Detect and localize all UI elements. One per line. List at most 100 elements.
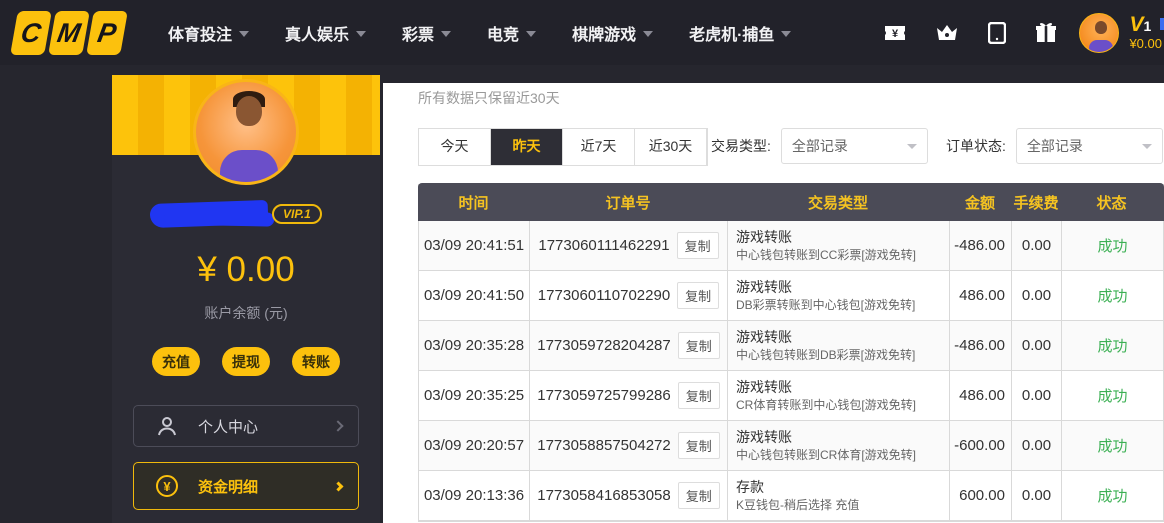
filter-label: 订单状态: <box>946 136 1006 156</box>
nav-item-label: 老虎机·捕鱼 <box>689 21 774 45</box>
transaction-type: 游戏转账 <box>736 228 792 247</box>
wallet-actions: 充值 提现 转账 <box>112 347 380 376</box>
logo-letter: P <box>86 11 128 55</box>
cell-type: 游戏转账 中心钱包转账到CC彩票[游戏免转] <box>728 221 950 270</box>
logo-letter: M <box>48 11 90 55</box>
transaction-type: 游戏转账 <box>736 278 792 297</box>
order-number: 1773058416853058 <box>537 487 670 504</box>
username-row: VIP.1 <box>112 200 380 230</box>
nav-item-label: 电竞 <box>487 21 519 45</box>
date-range-tab[interactable]: 近30天 <box>635 129 707 165</box>
copy-button[interactable]: 复制 <box>677 282 719 309</box>
copy-button[interactable]: 复制 <box>678 382 720 409</box>
column-header-status: 状态 <box>1061 183 1162 221</box>
column-header-type: 交易类型 <box>727 183 949 221</box>
copy-button[interactable]: 复制 <box>678 482 720 509</box>
date-range-tab[interactable]: 今天 <box>419 129 491 165</box>
sidebar-item-personal-center[interactable]: 个人中心 <box>133 405 359 447</box>
column-header-fee: 手续费 <box>1011 183 1061 221</box>
cmp-logo[interactable]: C M P <box>10 11 128 55</box>
wallet-action-button[interactable]: 提现 <box>222 347 270 376</box>
device-icon[interactable] <box>988 22 1006 44</box>
transaction-type-select[interactable]: 全部记录 <box>781 128 928 164</box>
top-navbar: C M P 体育投注 真人娱乐 彩票 电竞 <box>0 0 1164 65</box>
avatar-figure <box>1095 21 1107 34</box>
user-avatar[interactable] <box>1079 13 1119 53</box>
avatar-figure <box>1089 40 1113 53</box>
nav-menu-item[interactable]: 真人娱乐 <box>285 21 366 45</box>
profile-avatar[interactable] <box>193 79 299 185</box>
transaction-desc: CR体育转账到中心钱包[游戏免转] <box>736 397 916 413</box>
vip-letter: V <box>1129 13 1143 36</box>
cell-order: 1773059725799286 复制 <box>530 371 728 420</box>
table-row: 03/09 20:41:51 1773060111462291 复制 游戏转账 … <box>419 221 1163 271</box>
order-status-select[interactable]: 全部记录 <box>1016 128 1163 164</box>
svg-text:¥: ¥ <box>892 28 899 40</box>
nav-menu-item[interactable]: 棋牌游戏 <box>572 21 653 45</box>
sidebar-item-label: 资金明细 <box>198 476 258 497</box>
table-row: 03/09 20:13:36 1773058416853058 复制 存款 K豆… <box>419 471 1163 521</box>
table-header-row: 时间 订单号 交易类型 金额 手续费 状态 <box>418 183 1164 221</box>
voucher-icon[interactable]: ¥ <box>884 24 906 42</box>
table-row: 03/09 20:20:57 1773058857504272 复制 游戏转账 … <box>419 421 1163 471</box>
cell-amount: -600.00 <box>950 421 1012 470</box>
table-row: 03/09 20:35:28 1773059728204287 复制 游戏转账 … <box>419 321 1163 371</box>
nav-menu-item[interactable]: 体育投注 <box>168 21 249 45</box>
cell-time: 03/09 20:20:57 <box>419 421 530 470</box>
cell-order: 1773059728204287 复制 <box>530 321 728 370</box>
order-number: 1773059728204287 <box>537 337 670 354</box>
order-number: 1773059725799286 <box>537 387 670 404</box>
transaction-desc: 中心钱包转账到DB彩票[游戏免转] <box>736 347 915 363</box>
date-range-tab[interactable]: 昨天 <box>491 129 563 165</box>
sidebar-item-label: 个人中心 <box>198 416 258 437</box>
cell-amount: -486.00 <box>950 221 1012 270</box>
chevron-down-icon <box>526 31 536 37</box>
cell-type: 游戏转账 DB彩票转账到中心钱包[游戏免转] <box>728 271 950 320</box>
nav-menu-item[interactable]: 老虎机·捕鱼 <box>689 21 791 45</box>
nav-item-label: 体育投注 <box>168 21 232 45</box>
cell-time: 03/09 20:35:25 <box>419 371 530 420</box>
crown-icon[interactable] <box>935 23 959 43</box>
transaction-desc: 中心钱包转账到CC彩票[游戏免转] <box>736 247 916 263</box>
cell-status: 成功 <box>1062 321 1163 370</box>
cell-type: 游戏转账 中心钱包转账到DB彩票[游戏免转] <box>728 321 950 370</box>
cell-time: 03/09 20:35:28 <box>419 321 530 370</box>
cell-type: 存款 K豆钱包-稍后选择 充值 <box>728 471 950 520</box>
copy-button[interactable]: 复制 <box>678 332 720 359</box>
username-redacted <box>150 200 269 228</box>
gift-icon[interactable] <box>1035 22 1057 44</box>
transaction-desc: DB彩票转账到中心钱包[游戏免转] <box>736 297 915 313</box>
transaction-type: 游戏转账 <box>736 428 792 447</box>
cell-order: 1773060110702290 复制 <box>530 271 728 320</box>
topbar-balance: ¥0.00 <box>1129 37 1162 51</box>
vip-level-display: V1 ¥0.00 <box>1129 14 1162 51</box>
chevron-down-icon <box>1142 144 1152 149</box>
nav-menu-item[interactable]: 彩票 <box>402 21 451 45</box>
filter-transaction-type: 交易类型: 全部记录 <box>711 128 928 164</box>
cell-status: 成功 <box>1062 371 1163 420</box>
order-number: 1773058857504272 <box>537 437 670 454</box>
cell-order: 1773060111462291 复制 <box>530 221 728 270</box>
order-number: 1773060110702290 <box>538 287 670 304</box>
coin-icon: ¥ <box>156 475 178 497</box>
cell-order: 1773058416853058 复制 <box>530 471 728 520</box>
chevron-right-icon <box>332 420 343 431</box>
copy-button[interactable]: 复制 <box>678 432 720 459</box>
cell-amount: 486.00 <box>950 371 1012 420</box>
sidebar-item-funds-detail[interactable]: ¥ 资金明细 <box>133 462 359 510</box>
date-range-tabs: 今天 昨天 近7天 近30天 <box>418 128 708 166</box>
user-cluster[interactable]: V1 ¥0.00 <box>1079 13 1162 53</box>
transaction-type: 游戏转账 <box>736 378 792 397</box>
transactions-table: 时间 订单号 交易类型 金额 手续费 状态 03/09 20:41:51 177… <box>418 184 1164 522</box>
cutoff-element <box>1160 18 1164 30</box>
date-range-tab[interactable]: 近7天 <box>563 129 635 165</box>
cell-type: 游戏转账 中心钱包转账到CR体育[游戏免转] <box>728 421 950 470</box>
profile-sidebar: VIP.1 ¥ 0.00 账户余额 (元) 充值 提现 转账 个人中心 ¥ 资金… <box>112 75 380 523</box>
order-number: 1773060111462291 <box>538 237 669 254</box>
copy-button[interactable]: 复制 <box>677 232 719 259</box>
wallet-action-button[interactable]: 充值 <box>152 347 200 376</box>
cell-status: 成功 <box>1062 221 1163 270</box>
wallet-action-button[interactable]: 转账 <box>292 347 340 376</box>
nav-menu-item[interactable]: 电竞 <box>487 21 536 45</box>
retention-notice: 所有数据只保留近30天 <box>418 88 560 108</box>
